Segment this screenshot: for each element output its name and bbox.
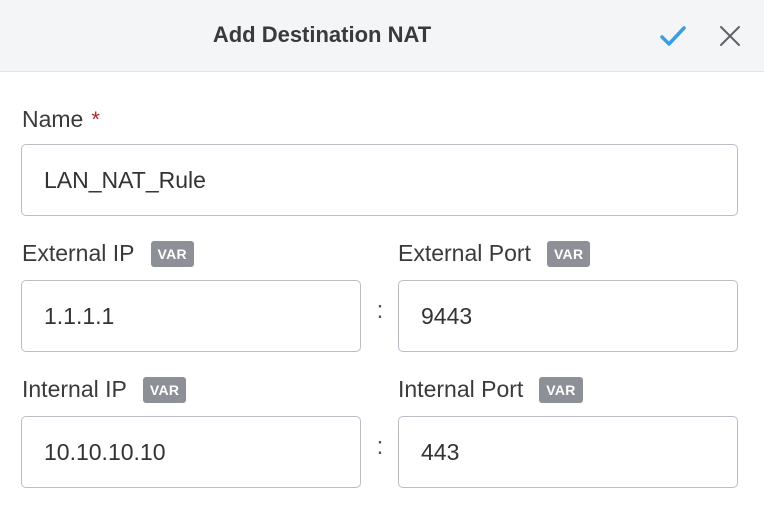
- external-ip-input[interactable]: [21, 280, 361, 352]
- close-button[interactable]: [714, 20, 746, 52]
- checkmark-icon: [660, 26, 686, 46]
- external-port-label: External Port: [398, 240, 531, 266]
- external-ip-label-row: External IP VAR: [22, 240, 194, 267]
- internal-ip-var-badge[interactable]: VAR: [142, 376, 187, 403]
- internal-port-label-row: Internal Port VAR: [398, 376, 583, 403]
- dialog-title: Add Destination NAT: [212, 22, 432, 47]
- external-port-var-badge[interactable]: VAR: [546, 240, 591, 267]
- close-icon: [720, 26, 740, 46]
- name-label: Name: [22, 106, 84, 132]
- internal-ip-label-row: Internal IP VAR: [22, 376, 187, 403]
- dialog-header: Add Destination NAT: [0, 0, 764, 72]
- name-label-row: Name *: [22, 106, 100, 133]
- external-port-input[interactable]: [398, 280, 738, 352]
- internal-ip-label: Internal IP: [22, 376, 127, 402]
- internal-port-input[interactable]: [398, 416, 738, 488]
- name-input[interactable]: [21, 144, 738, 216]
- internal-port-label: Internal Port: [398, 376, 524, 402]
- internal-port-var-badge[interactable]: VAR: [539, 376, 583, 403]
- external-ip-label: External IP: [22, 240, 135, 266]
- external-port-label-row: External Port VAR: [398, 240, 591, 267]
- external-separator: :: [376, 297, 384, 324]
- required-mark: *: [91, 106, 100, 132]
- external-ip-var-badge[interactable]: VAR: [150, 240, 194, 267]
- internal-ip-input[interactable]: [21, 416, 361, 488]
- confirm-button[interactable]: [657, 20, 689, 52]
- internal-separator: :: [376, 433, 384, 460]
